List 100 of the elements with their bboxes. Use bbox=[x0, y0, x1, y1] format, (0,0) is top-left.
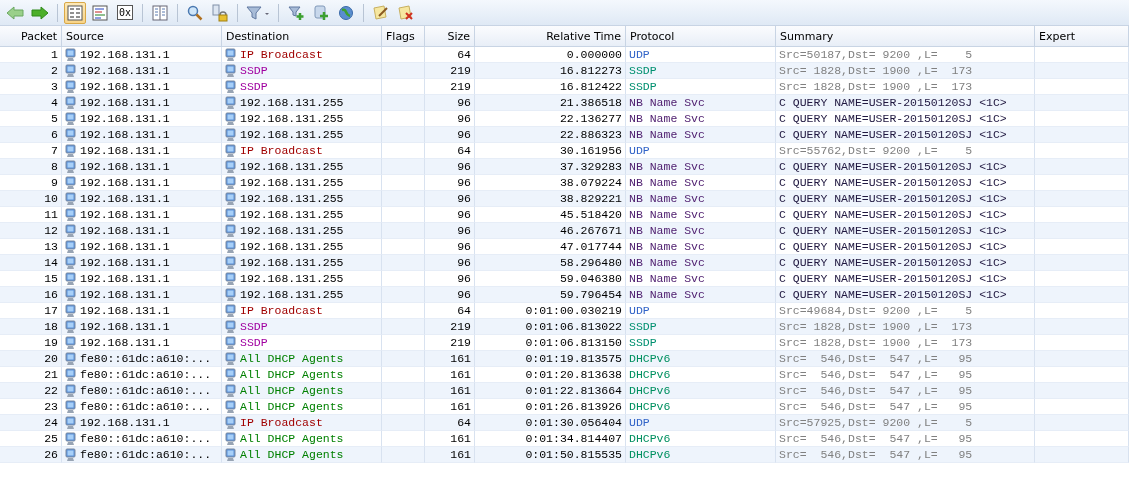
computer-icon bbox=[225, 63, 236, 78]
table-cell: 18 bbox=[0, 319, 62, 335]
table-cell: C QUERY NAME=USER-20150120SJ <1C> bbox=[776, 191, 1035, 207]
table-cell: 96 bbox=[425, 127, 475, 143]
table-cell: NB Name Svc bbox=[626, 223, 776, 239]
table-cell: NB Name Svc bbox=[626, 287, 776, 303]
column-header[interactable]: Summary bbox=[776, 26, 1035, 46]
table-cell: 21.386518 bbox=[475, 95, 626, 111]
computer-icon bbox=[225, 111, 236, 126]
computer-icon bbox=[65, 383, 76, 398]
column-header[interactable]: Relative Time bbox=[475, 26, 626, 46]
back-arrow-icon bbox=[6, 5, 24, 20]
table-cell: 192.168.131.255 bbox=[240, 240, 344, 253]
column-header[interactable]: Source bbox=[62, 26, 222, 46]
computer-icon bbox=[65, 63, 76, 78]
table-cell: 0:01:19.813575 bbox=[475, 351, 626, 367]
computer-icon bbox=[225, 143, 236, 158]
table-cell: 161 bbox=[425, 383, 475, 399]
computer-icon bbox=[225, 367, 236, 382]
table-cell: All DHCP Agents bbox=[240, 432, 344, 445]
table-cell: 161 bbox=[425, 447, 475, 463]
table-cell: 58.296480 bbox=[475, 255, 626, 271]
column-header[interactable]: Flags bbox=[382, 26, 425, 46]
table-cell: 6 bbox=[0, 127, 62, 143]
table-cell: SSDP bbox=[240, 80, 268, 93]
table-cell: 16 bbox=[0, 287, 62, 303]
table-cell: 96 bbox=[425, 255, 475, 271]
computer-icon bbox=[225, 287, 236, 302]
column-header[interactable]: Size bbox=[425, 26, 475, 46]
table-cell: 26 bbox=[0, 447, 62, 463]
table-cell: 64 bbox=[425, 415, 475, 431]
computer-icon bbox=[65, 191, 76, 206]
search-icon bbox=[187, 4, 203, 21]
computer-icon bbox=[65, 319, 76, 334]
table-cell: 192.168.131.1 bbox=[80, 48, 170, 61]
computer-icon bbox=[65, 367, 76, 382]
computer-icon bbox=[65, 79, 76, 94]
table-cell: SSDP bbox=[626, 319, 776, 335]
table-cell: NB Name Svc bbox=[626, 95, 776, 111]
table-cell: 192.168.131.1 bbox=[80, 112, 170, 125]
table-cell: Src= 546,Dst= 547 ,L= 95 bbox=[776, 447, 1035, 463]
computer-icon bbox=[65, 159, 76, 174]
computer-icon bbox=[225, 79, 236, 94]
column-header[interactable]: Expert bbox=[1035, 26, 1129, 46]
table-cell: 46.267671 bbox=[475, 223, 626, 239]
table-cell: fe80::61dc:a610:... bbox=[80, 448, 212, 461]
list-view-button[interactable] bbox=[64, 1, 86, 24]
table-cell: 192.168.131.1 bbox=[80, 240, 170, 253]
table-cell: fe80::61dc:a610:... bbox=[80, 384, 212, 397]
computer-icon bbox=[225, 319, 236, 334]
computer-icon bbox=[225, 271, 236, 286]
table-cell: fe80::61dc:a610:... bbox=[80, 400, 212, 413]
table-cell: 10 bbox=[0, 191, 62, 207]
table-cell: 192.168.131.255 bbox=[240, 176, 344, 189]
table-cell: 12 bbox=[0, 223, 62, 239]
computer-icon bbox=[65, 223, 76, 238]
table-cell: DHCPv6 bbox=[626, 447, 776, 463]
column-header[interactable]: Packet bbox=[0, 26, 62, 46]
table-cell: IP Broadcast bbox=[240, 416, 323, 429]
table-cell: 192.168.131.1 bbox=[80, 176, 170, 189]
table-cell: IP Broadcast bbox=[240, 48, 323, 61]
table-cell: 192.168.131.1 bbox=[80, 64, 170, 77]
table-cell: 192.168.131.1 bbox=[80, 224, 170, 237]
table-cell: 192.168.131.255 bbox=[240, 256, 344, 269]
computer-icon bbox=[65, 415, 76, 430]
computer-icon bbox=[65, 207, 76, 222]
table-cell: 0:01:22.813664 bbox=[475, 383, 626, 399]
column-header[interactable]: Destination bbox=[222, 26, 382, 46]
computer-icon bbox=[65, 111, 76, 126]
filter-icon bbox=[246, 4, 270, 21]
note-pencil-icon bbox=[373, 4, 389, 21]
table-cell: 20 bbox=[0, 351, 62, 367]
computer-icon bbox=[225, 223, 236, 238]
computer-icon bbox=[225, 431, 236, 446]
computer-icon bbox=[225, 159, 236, 174]
table-cell: All DHCP Agents bbox=[240, 352, 344, 365]
table-cell: NB Name Svc bbox=[626, 191, 776, 207]
computer-icon bbox=[225, 399, 236, 414]
computer-icon bbox=[225, 383, 236, 398]
column-header[interactable]: Protocol bbox=[626, 26, 776, 46]
table-cell: 24 bbox=[0, 415, 62, 431]
computer-icon bbox=[225, 335, 236, 350]
lock-button[interactable] bbox=[209, 1, 231, 24]
table-cell: All DHCP Agents bbox=[240, 368, 344, 381]
table-cell: fe80::61dc:a610:... bbox=[80, 432, 212, 445]
table-cell: fe80::61dc:a610:... bbox=[80, 352, 212, 365]
table-cell: SSDP bbox=[240, 320, 268, 333]
computer-icon bbox=[65, 127, 76, 142]
table-cell: 96 bbox=[425, 191, 475, 207]
table-cell: fe80::61dc:a610:... bbox=[80, 368, 212, 381]
table-cell: 161 bbox=[425, 351, 475, 367]
columns-icon bbox=[152, 4, 168, 21]
table-cell: 192.168.131.255 bbox=[240, 224, 344, 237]
table-cell: 192.168.131.255 bbox=[240, 272, 344, 285]
computer-icon bbox=[225, 239, 236, 254]
computer-icon bbox=[225, 191, 236, 206]
computer-icon bbox=[65, 143, 76, 158]
globe-icon bbox=[338, 4, 354, 21]
table-cell: Src= 546,Dst= 547 ,L= 95 bbox=[776, 383, 1035, 399]
table-cell: 96 bbox=[425, 95, 475, 111]
